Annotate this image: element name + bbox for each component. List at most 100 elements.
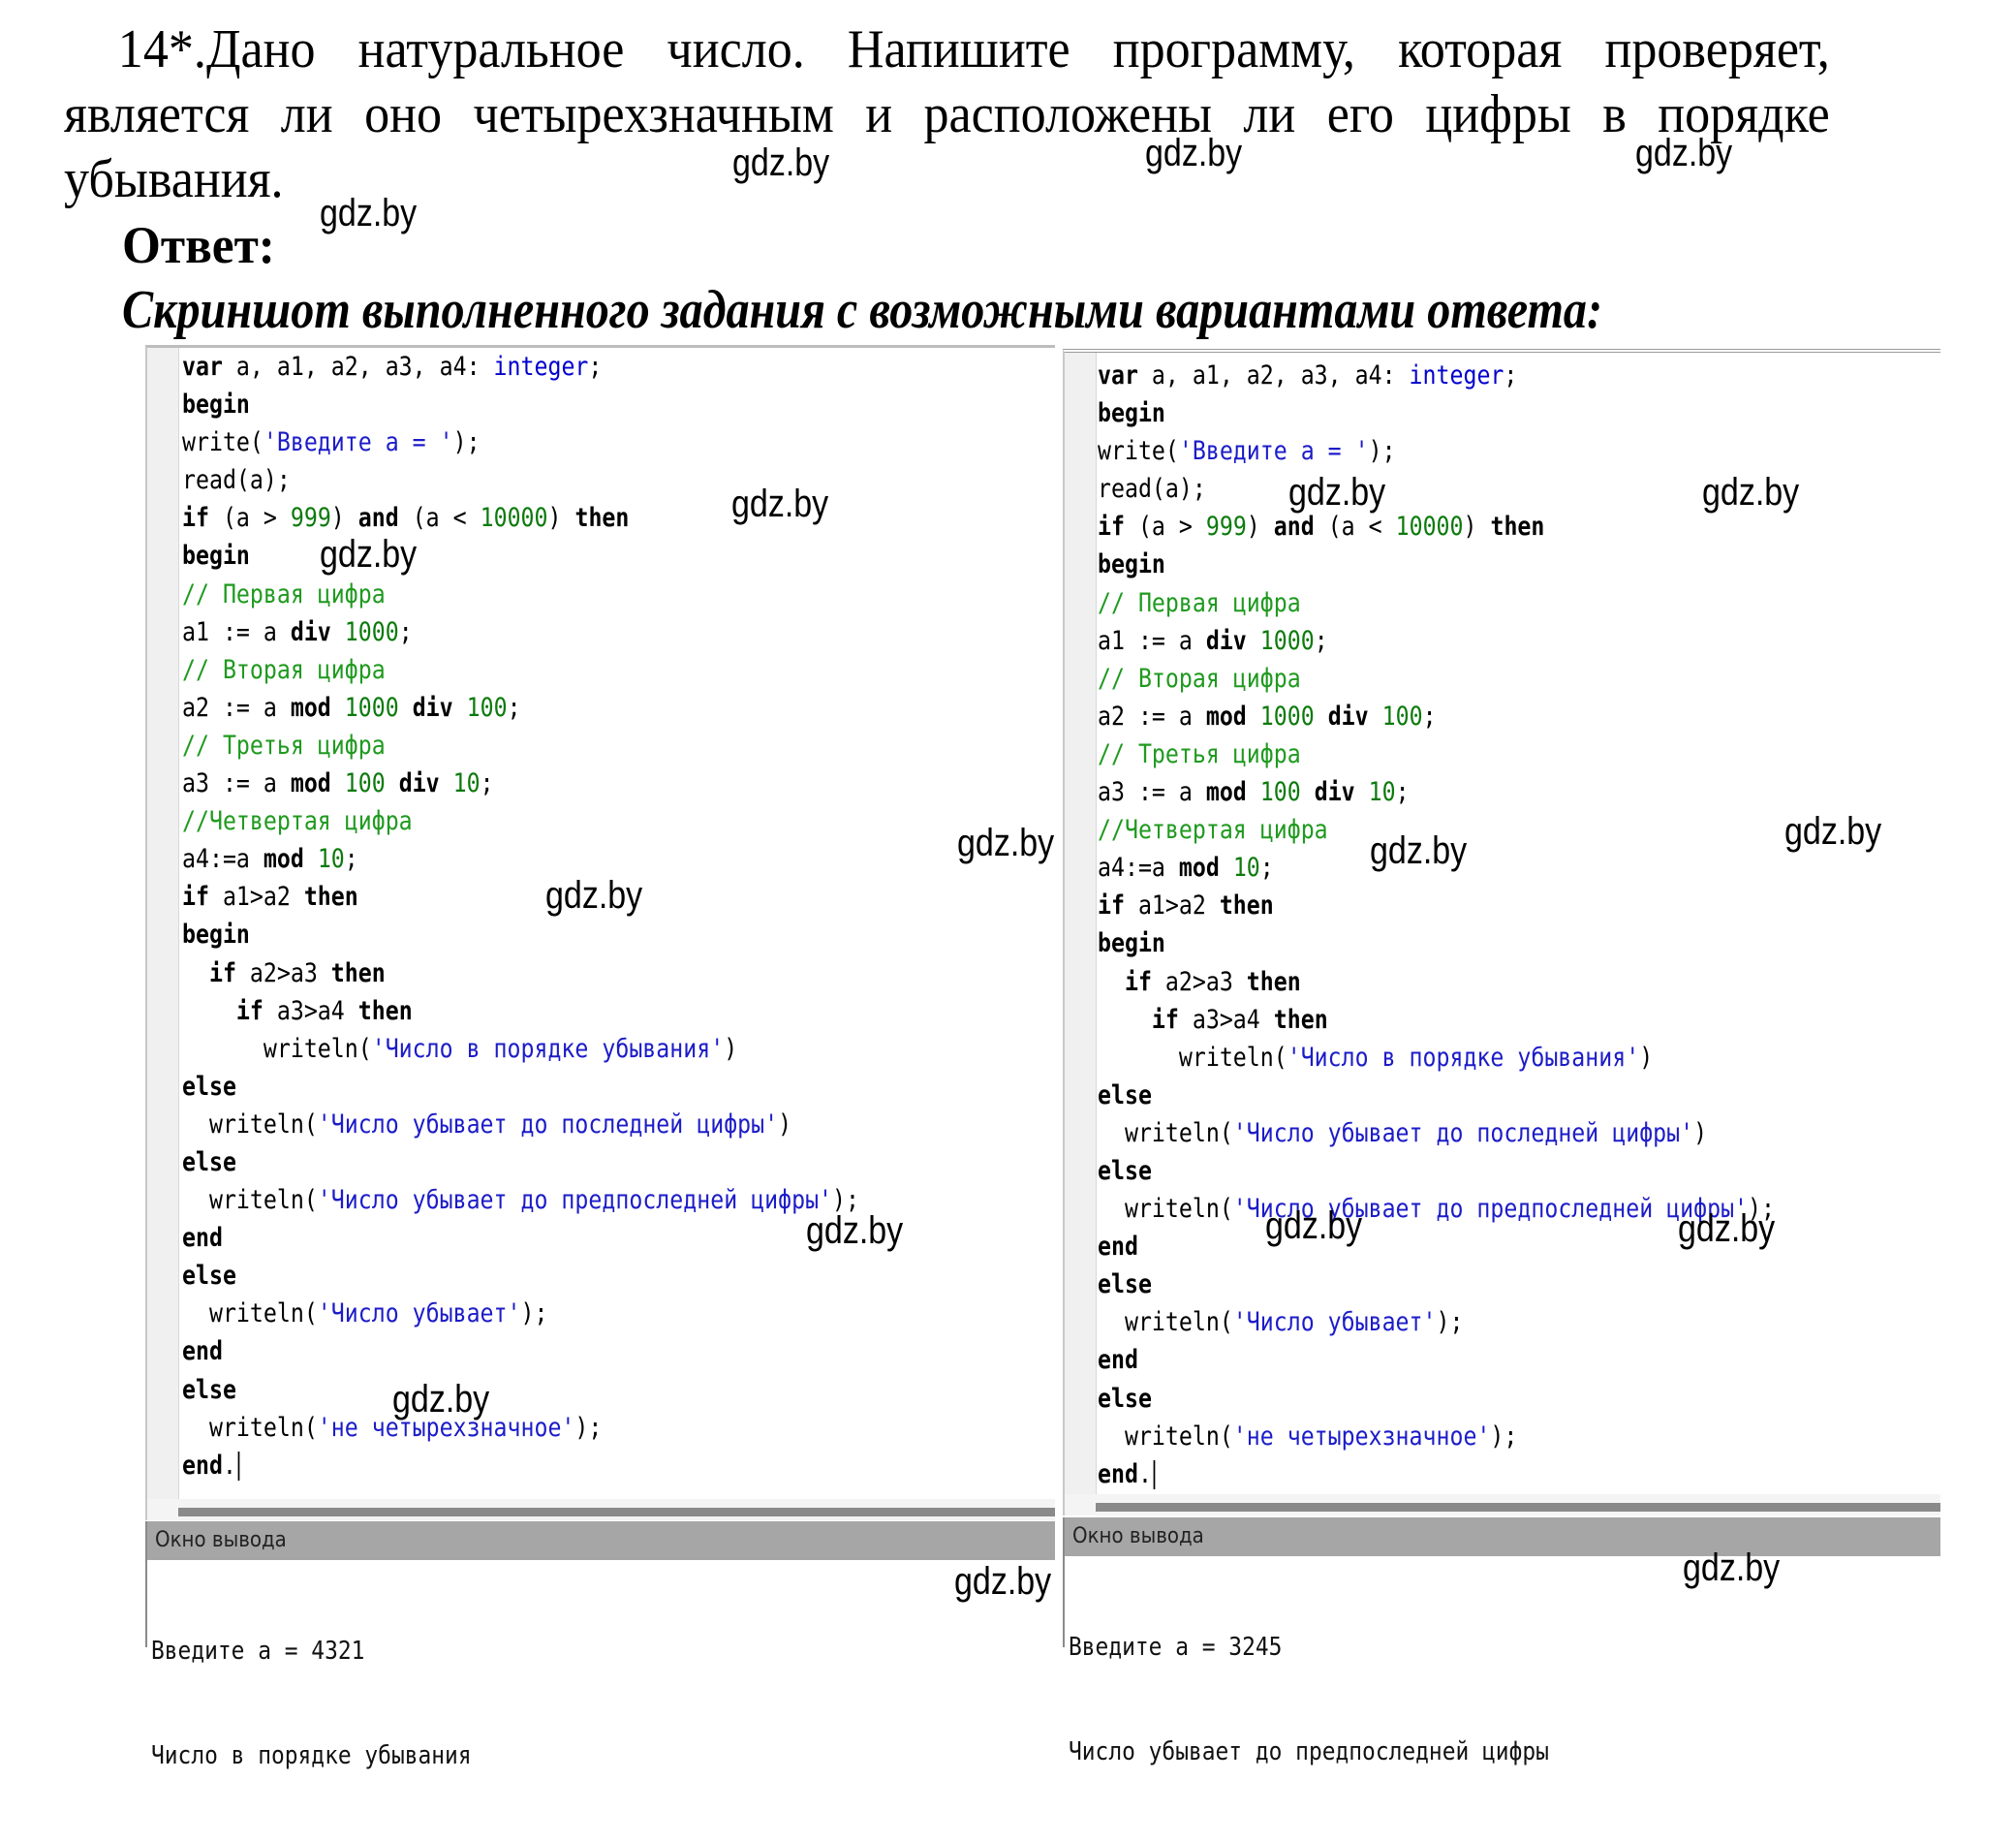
text-cursor bbox=[1153, 1460, 1156, 1490]
watermark: gdz.by bbox=[545, 874, 643, 917]
keyword: begin bbox=[182, 541, 250, 572]
code-line: // Первая цифра bbox=[1098, 588, 1301, 618]
keyword: then bbox=[1273, 1004, 1328, 1035]
string-literal: 'не четырехзначное' bbox=[1232, 1421, 1491, 1452]
watermark: gdz.by bbox=[1702, 471, 1800, 514]
horizontal-scrollbar[interactable] bbox=[178, 1508, 1055, 1516]
string-literal: 'Число в порядке убывания' bbox=[1287, 1042, 1640, 1073]
keyword: then bbox=[303, 882, 358, 913]
keyword: and bbox=[1273, 512, 1315, 543]
keyword: mod bbox=[1178, 853, 1220, 884]
code-line: begin bbox=[182, 541, 250, 571]
keyword: mod bbox=[1205, 777, 1247, 808]
number-literal: 1000 bbox=[344, 616, 399, 647]
code-line: if a3>a4 then bbox=[1151, 1004, 1328, 1035]
code-line: if a1>a2 then bbox=[1098, 890, 1274, 922]
code-line: begin bbox=[182, 920, 250, 950]
output-text: Введите a = 3245 Число убывает до предпо… bbox=[1065, 1556, 1940, 1839]
number-literal: 10 bbox=[452, 768, 481, 799]
code-line: else bbox=[182, 1147, 236, 1177]
code-line: end bbox=[1098, 1232, 1138, 1262]
keyword: if bbox=[1151, 1004, 1179, 1035]
code-line: a1 := a div 1000; bbox=[1098, 625, 1328, 656]
keyword: else bbox=[1098, 1269, 1152, 1300]
task-text: Дано натуральное число. Напишите програм… bbox=[64, 19, 1830, 209]
number-literal: 100 bbox=[1381, 701, 1423, 732]
horizontal-scrollbar[interactable] bbox=[1096, 1503, 1940, 1512]
code-line: var a, a1, a2, a3, a4: integer; bbox=[1098, 360, 1518, 390]
code-editor-left[interactable]: var a, a1, a2, a3, a4: integer; begin wr… bbox=[145, 345, 1055, 1520]
task-statement: 14*.Дано натуральное число. Напишите про… bbox=[64, 17, 1830, 212]
code-line: writeln('Число убывает до предпоследней … bbox=[1098, 1194, 1776, 1225]
watermark: gdz.by bbox=[957, 822, 1055, 864]
code-line: else bbox=[1098, 1156, 1152, 1186]
number-literal: 10000 bbox=[480, 503, 548, 534]
keyword: mod bbox=[290, 768, 331, 799]
code-line: begin bbox=[1098, 549, 1165, 579]
watermark: gdz.by bbox=[731, 483, 829, 525]
keyword: else bbox=[1098, 1155, 1152, 1186]
watermark: gdz.by bbox=[392, 1378, 490, 1421]
output-line: Число убывает до предпоследней цифры bbox=[1069, 1737, 1549, 1766]
code-line: read(a); bbox=[1098, 474, 1206, 505]
code-line: writeln('Число в порядке убывания') bbox=[182, 1033, 738, 1064]
editor-gutter bbox=[147, 348, 179, 1503]
screenshot-subheading: Скриншот выполненного задания с возможны… bbox=[122, 280, 1603, 340]
watermark: gdz.by bbox=[1288, 471, 1386, 514]
output-window-title: Окно вывода bbox=[147, 1521, 1055, 1560]
code-line: begin bbox=[182, 390, 250, 420]
watermark: gdz.by bbox=[732, 141, 830, 184]
code-line: // Третья цифра bbox=[1098, 739, 1301, 769]
code-line: // Вторая цифра bbox=[1098, 664, 1301, 694]
watermark: gdz.by bbox=[1683, 1546, 1781, 1589]
code-line: writeln('Число в порядке убывания') bbox=[1098, 1042, 1654, 1073]
keyword: then bbox=[1490, 512, 1545, 543]
code-line: end bbox=[1098, 1345, 1138, 1375]
keyword: then bbox=[330, 957, 386, 988]
watermark: gdz.by bbox=[1265, 1204, 1363, 1247]
watermark: gdz.by bbox=[954, 1560, 1052, 1603]
keyword: else bbox=[1098, 1383, 1152, 1414]
code-line: if (a > 999) and (a < 10000) then bbox=[1098, 512, 1545, 543]
type-name: integer bbox=[493, 352, 589, 382]
keyword: if bbox=[1098, 890, 1125, 922]
keyword: begin bbox=[1098, 928, 1165, 959]
code-line: a4:=a mod 10; bbox=[182, 844, 358, 875]
code-line: writeln('Число убывает до последней цифр… bbox=[182, 1109, 792, 1140]
keyword: if bbox=[235, 995, 264, 1026]
text-cursor bbox=[237, 1452, 240, 1482]
code-line: // Вторая цифра bbox=[182, 655, 386, 685]
code-line: writeln('Число убывает'); bbox=[182, 1298, 548, 1329]
code-text[interactable]: var a, a1, a2, a3, a4: integer; begin wr… bbox=[1098, 357, 1775, 1493]
code-line: read(a); bbox=[182, 465, 291, 496]
string-literal: 'Число убывает до последней цифры' bbox=[1232, 1117, 1694, 1148]
comment: // Третья цифра bbox=[1098, 738, 1301, 769]
string-literal: 'Число убывает до предпоследней цифры' bbox=[317, 1185, 833, 1216]
comment: // Первая цифра bbox=[1098, 587, 1301, 618]
comment: //Четвертая цифра bbox=[1098, 815, 1328, 846]
string-literal: 'Число убывает' bbox=[317, 1298, 521, 1329]
keyword: then bbox=[1246, 966, 1301, 997]
keyword: end bbox=[182, 1223, 223, 1254]
code-line: writeln('не четырехзначное'); bbox=[1098, 1421, 1518, 1452]
code-line: if a3>a4 then bbox=[235, 995, 413, 1026]
code-editor-right[interactable]: var a, a1, a2, a3, a4: integer; begin wr… bbox=[1063, 349, 1940, 1515]
number-literal: 1000 bbox=[1259, 701, 1315, 732]
output-window-left: Окно вывода Введите a = 4321 Число в пор… bbox=[145, 1521, 1055, 1770]
code-line: end bbox=[182, 1223, 223, 1253]
code-line: if a1>a2 then bbox=[182, 882, 358, 913]
keyword: mod bbox=[263, 844, 304, 875]
code-line: begin bbox=[1098, 398, 1165, 428]
output-text: Введите a = 4321 Число в порядке убывани… bbox=[147, 1560, 1055, 1843]
code-line: writeln('Число убывает до предпоследней … bbox=[182, 1185, 860, 1216]
number-literal: 10000 bbox=[1395, 512, 1464, 543]
keyword: then bbox=[357, 995, 413, 1026]
number-literal: 999 bbox=[290, 503, 331, 534]
keyword: if bbox=[1124, 966, 1152, 997]
code-line: end bbox=[182, 1336, 223, 1366]
output-line: Число в порядке убывания bbox=[151, 1741, 472, 1770]
code-line: else bbox=[1098, 1384, 1152, 1414]
watermark: gdz.by bbox=[1635, 132, 1733, 174]
output-window-right: Окно вывода Введите a = 3245 Число убыва… bbox=[1063, 1517, 1940, 1766]
output-line: Введите a = 3245 bbox=[1069, 1633, 1283, 1662]
